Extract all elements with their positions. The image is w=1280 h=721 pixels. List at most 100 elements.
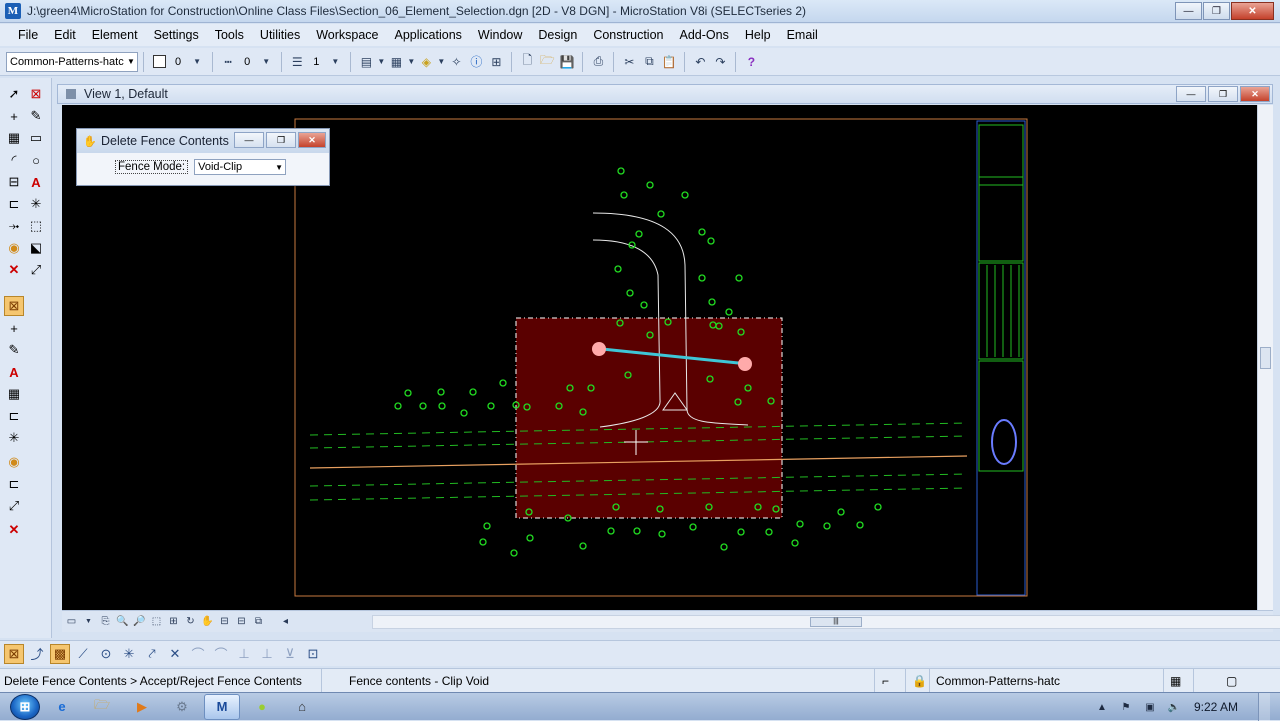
menu-tools[interactable]: Tools [207, 28, 252, 42]
place-point-icon[interactable]: + [4, 318, 24, 338]
sparkle-icon[interactable]: ✳ [119, 644, 139, 664]
level-combo[interactable]: Common-Patterns-hatc ▼ [6, 51, 138, 72]
view-close-button[interactable]: ✕ [1240, 86, 1270, 102]
dialog-close-button[interactable]: ✕ [298, 132, 326, 148]
place-arc-icon[interactable]: ◜ [4, 150, 24, 170]
palette-icon[interactable]: ◉ [4, 238, 24, 258]
menu-edit[interactable]: Edit [46, 28, 84, 42]
circle-icon[interactable]: ⊙ [96, 644, 116, 664]
menu-workspace[interactable]: Workspace [308, 28, 386, 42]
zoom-out-icon[interactable]: 🔎 [132, 614, 147, 629]
undo-icon[interactable]: ↶ [690, 52, 710, 72]
palette-icon[interactable]: ◉ [4, 452, 24, 472]
new-file-icon[interactable]: 🗋 [517, 52, 537, 72]
place-text-icon[interactable]: A [26, 172, 46, 192]
fit-view-icon[interactable]: ⊞ [166, 614, 181, 629]
modify-icon[interactable]: ⤞ [4, 216, 24, 236]
sparkle-icon[interactable]: ✳ [26, 194, 46, 214]
app-icon[interactable]: ● [244, 694, 280, 720]
locks-icon[interactable]: ⌐ [878, 669, 906, 693]
monitor-icon[interactable]: ▣ [1142, 699, 1158, 715]
chevron-down-icon[interactable]: ▼ [406, 52, 416, 72]
chevron-down-icon[interactable]: ▼ [256, 52, 276, 72]
place-block-icon[interactable]: ▭ [26, 128, 46, 148]
dialog-maximize-button[interactable]: ❐ [266, 132, 296, 148]
delete-icon[interactable]: ✕ [4, 260, 24, 280]
measure-icon[interactable]: ▦ [4, 384, 24, 404]
view-next-icon[interactable]: ⊟ [234, 614, 249, 629]
snap-icon[interactable]: ✎ [26, 106, 46, 126]
menu-window[interactable]: Window [470, 28, 530, 42]
line-icon[interactable]: ⟋ [73, 644, 93, 664]
delete-icon[interactable]: ✕ [4, 520, 24, 540]
minimize-button[interactable]: — [1175, 2, 1202, 20]
measure-icon[interactable]: ▦ [4, 128, 24, 148]
print-icon[interactable]: ⎙ [588, 52, 608, 72]
chevron-down-icon[interactable]: ▼ [81, 614, 96, 629]
window-area-icon[interactable]: ⬚ [149, 614, 164, 629]
modify-icon[interactable]: ⤤ [142, 644, 162, 664]
level-display-icon[interactable]: ◈ [416, 52, 436, 72]
place-cell-icon[interactable]: ⊟ [4, 172, 24, 192]
place-text-icon[interactable]: A [4, 362, 24, 382]
chevron-down-icon[interactable]: ▼ [187, 52, 207, 72]
scale-icon[interactable]: ⤢ [4, 496, 24, 516]
element-selection-icon[interactable]: ⊞ [486, 52, 506, 72]
place-point-icon[interactable]: + [4, 106, 24, 126]
menu-add-ons[interactable]: Add-Ons [672, 28, 737, 42]
chevron-down-icon[interactable]: ▼ [325, 52, 345, 72]
open-folder-icon[interactable]: 🗁 [537, 52, 557, 72]
intersect-icon[interactable]: ✕ [165, 644, 185, 664]
scroll-left-arrow-icon[interactable]: ◂ [278, 614, 293, 629]
scroll-thumb[interactable] [1260, 347, 1271, 369]
chevron-down-icon[interactable]: ▼ [376, 52, 386, 72]
save-status-icon[interactable]: ▢ [1222, 669, 1250, 693]
analyze-element-icon[interactable]: ✧ [446, 52, 466, 72]
media-player-icon[interactable]: ▶ [124, 694, 160, 720]
scroll-thumb[interactable]: ||| [810, 617, 862, 627]
sparkle-icon[interactable]: ✳ [4, 428, 24, 448]
tools-icon[interactable]: ⚙ [164, 694, 200, 720]
color-swatch-icon[interactable] [149, 52, 169, 72]
chevron-down-icon[interactable]: ▼ [436, 52, 446, 72]
view-attributes-icon[interactable]: ▭ [64, 614, 79, 629]
element-template-icon[interactable]: ▤ [356, 52, 376, 72]
line-style-icon[interactable]: ┅ [218, 52, 238, 72]
corner-icon[interactable]: ⊥ [234, 644, 254, 664]
menu-utilities[interactable]: Utilities [252, 28, 308, 42]
copy-view-icon[interactable]: ⧉ [251, 614, 266, 629]
file-explorer-icon[interactable]: 🗁 [84, 694, 120, 720]
volume-icon[interactable]: 🔈 [1166, 699, 1182, 715]
windows-start-icon[interactable]: ⊞ [10, 693, 40, 720]
delete-element-icon[interactable]: ⊠ [26, 84, 46, 104]
help-icon[interactable]: ? [741, 52, 761, 72]
hatch-area-icon[interactable]: ▩ [50, 643, 70, 664]
paste-icon[interactable]: 📋 [659, 52, 679, 72]
fence-icon[interactable]: ⬕ [26, 238, 46, 258]
menu-settings[interactable]: Settings [146, 28, 207, 42]
menu-help[interactable]: Help [737, 28, 779, 42]
attributes-icon[interactable]: ▦ [386, 52, 406, 72]
maximize-button[interactable]: ❐ [1203, 2, 1230, 20]
fence-delete-icon[interactable]: ⊠ [4, 296, 24, 316]
clock[interactable]: 9:22 AM [1194, 700, 1238, 714]
flag-icon[interactable]: ⚑ [1118, 699, 1134, 715]
dimension-icon[interactable]: ⊏ [4, 406, 24, 426]
microstation-taskbar-icon[interactable]: M [204, 693, 240, 720]
design-file-icon[interactable]: ▦ [1166, 669, 1194, 693]
snap-icon[interactable]: ✎ [4, 340, 24, 360]
redo-icon[interactable]: ↷ [710, 52, 730, 72]
app-icon[interactable]: ⌂ [284, 694, 320, 720]
menu-element[interactable]: Element [84, 28, 146, 42]
show-desktop-button[interactable] [1258, 693, 1270, 721]
cut-icon[interactable]: ✂ [619, 52, 639, 72]
menu-email[interactable]: Email [779, 28, 826, 42]
arc-icon[interactable]: ⌒ [188, 644, 208, 664]
line-weight-icon[interactable]: ☰ [287, 52, 307, 72]
element-selection-icon[interactable]: ➚ [4, 84, 24, 104]
scale-icon[interactable]: ⊡ [303, 644, 323, 664]
internet-explorer-icon[interactable]: e [44, 694, 80, 720]
scale-icon[interactable]: ⤢ [26, 260, 46, 280]
arc-icon[interactable]: ⌒ [211, 644, 231, 664]
menu-file[interactable]: File [10, 28, 46, 42]
